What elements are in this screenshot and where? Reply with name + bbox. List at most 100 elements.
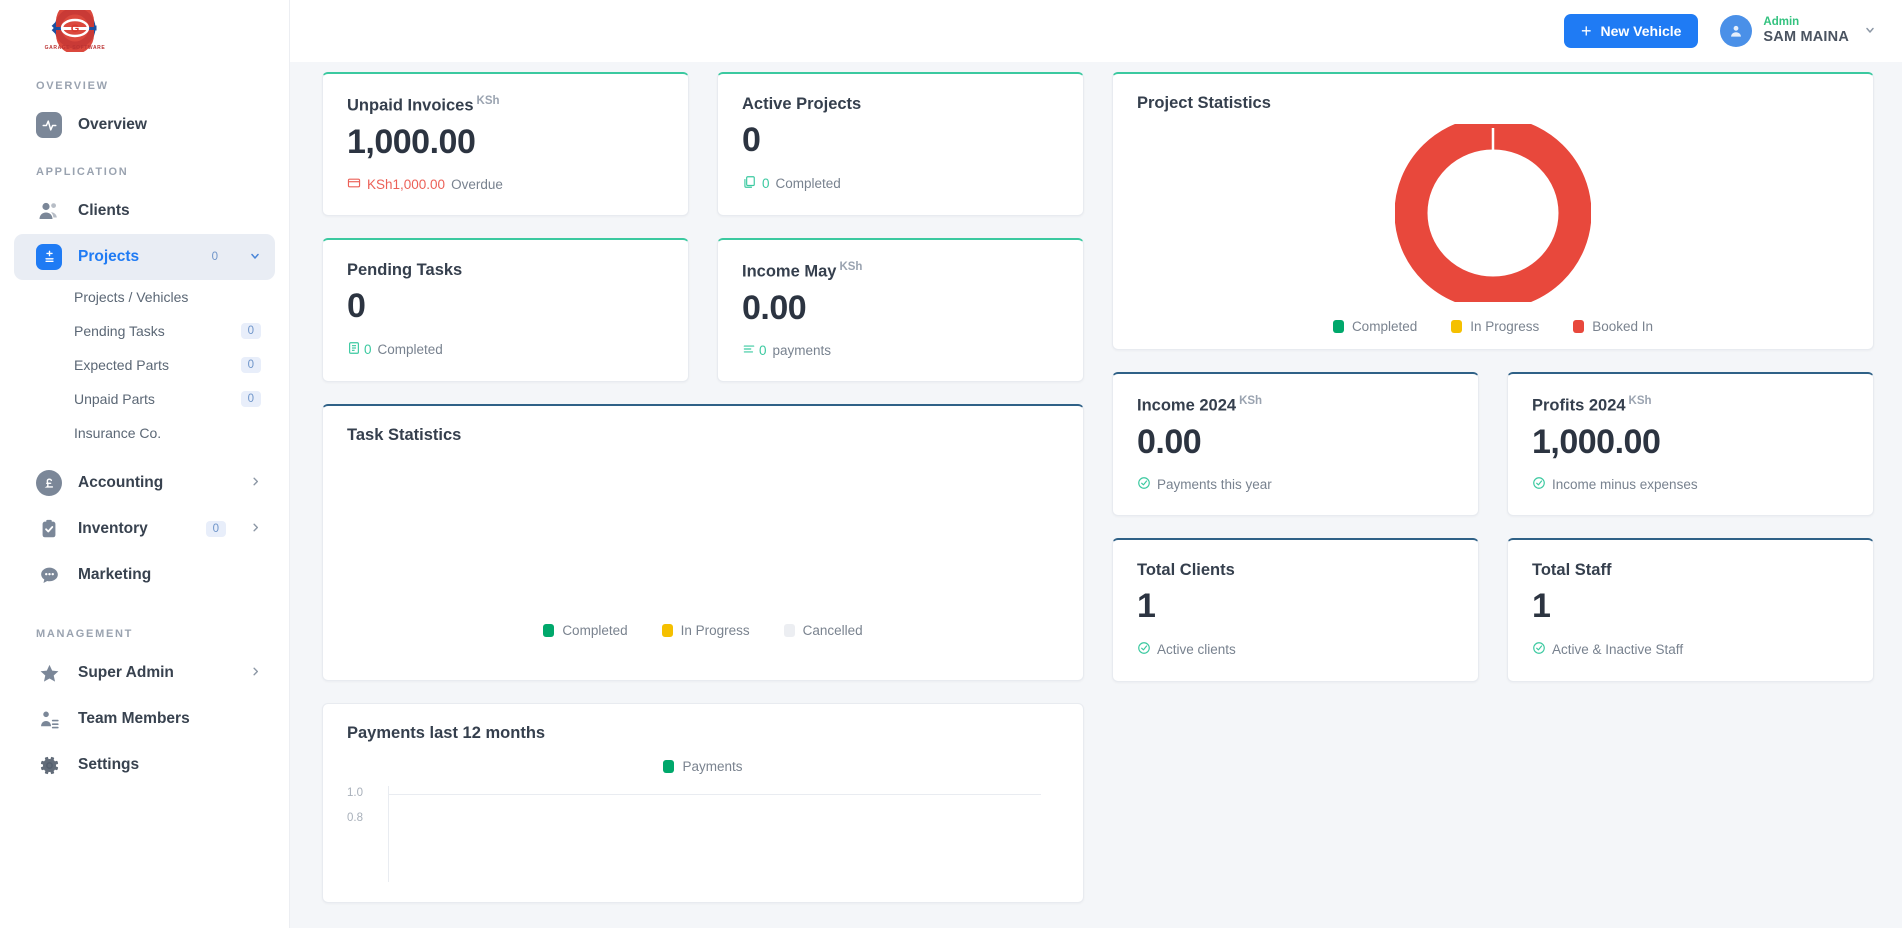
new-vehicle-button[interactable]: + New Vehicle bbox=[1563, 14, 1699, 48]
sidebar-item-clients[interactable]: Clients bbox=[14, 188, 275, 234]
legend-item-in-progress[interactable]: In Progress bbox=[661, 623, 750, 638]
card-title: Profits 2024 KSh bbox=[1532, 395, 1849, 416]
sidebar-item-accounting[interactable]: Accounting bbox=[14, 460, 275, 506]
card-title-text: Income May bbox=[742, 262, 837, 281]
card-value: 1 bbox=[1532, 587, 1551, 625]
star-icon bbox=[36, 660, 62, 686]
right-column: Project Statistics Completed In Progress… bbox=[1112, 72, 1874, 928]
currency-suffix: KSh bbox=[476, 95, 500, 107]
card-title-text: Income 2024 bbox=[1137, 396, 1237, 415]
user-menu[interactable]: Admin SAM MAINA bbox=[1720, 15, 1876, 47]
card-title: Total Staff bbox=[1532, 561, 1849, 580]
activity-icon bbox=[36, 112, 62, 138]
card-profits-2024[interactable]: Profits 2024 KSh 1,000.00 Income minus ex… bbox=[1507, 372, 1874, 516]
sidebar-item-settings[interactable]: Settings bbox=[14, 742, 275, 788]
sidebar-label-overview: Overview bbox=[78, 116, 147, 133]
legend-swatch bbox=[661, 624, 673, 637]
chevron-right-icon[interactable] bbox=[250, 476, 261, 490]
sidebar-label-projects: Projects bbox=[78, 248, 140, 265]
chevron-down-icon[interactable] bbox=[1864, 24, 1876, 39]
card-title-text: Total Staff bbox=[1532, 561, 1612, 579]
sidebar-label-marketing: Marketing bbox=[78, 566, 152, 583]
stat-row-4: Total Clients 1 Active clients Total Sta… bbox=[1112, 538, 1874, 682]
y-axis-line bbox=[388, 786, 389, 882]
card-footer-text: Income minus expenses bbox=[1552, 477, 1698, 493]
sidebar-item-unpaid-parts[interactable]: Unpaid Parts 0 bbox=[14, 382, 275, 416]
legend-item-in-progress[interactable]: In Progress bbox=[1451, 319, 1539, 334]
sidebar-badge-projects: 0 bbox=[211, 251, 218, 263]
legend-item-completed[interactable]: Completed bbox=[1332, 319, 1417, 334]
legend-item-booked-in[interactable]: Booked In bbox=[1573, 319, 1653, 334]
new-vehicle-label: New Vehicle bbox=[1600, 23, 1682, 39]
sidebar-item-team-members[interactable]: Team Members bbox=[14, 696, 275, 742]
card-value: 1,000.00 bbox=[347, 122, 476, 161]
logo-mark: G GARAGE SOFTWARE bbox=[36, 2, 114, 54]
card-footer: 0 payments bbox=[742, 342, 1059, 359]
sidebar-label-pending-tasks: Pending Tasks bbox=[74, 323, 165, 339]
gear-icon bbox=[36, 752, 62, 778]
legend-item-cancelled[interactable]: Cancelled bbox=[783, 623, 863, 638]
card-pending-tasks[interactable]: Pending Tasks 0 0 Completed bbox=[322, 238, 689, 382]
chevron-right-icon[interactable] bbox=[250, 666, 261, 680]
sidebar-item-expected-parts[interactable]: Expected Parts 0 bbox=[14, 348, 275, 382]
section-label-application: APPLICATION bbox=[36, 166, 129, 178]
stat-row-1: Unpaid Invoices KSh 1,000.00 KSh1,000.00 … bbox=[322, 72, 1084, 216]
sidebar-badge-expected-parts: 0 bbox=[240, 357, 261, 373]
sidebar-label-accounting: Accounting bbox=[78, 474, 164, 491]
legend-item-completed[interactable]: Completed bbox=[543, 623, 628, 638]
card-footer-text: Completed bbox=[775, 175, 841, 191]
currency-suffix: KSh bbox=[839, 261, 863, 273]
panel-project-statistics: Project Statistics Completed In Progress… bbox=[1112, 72, 1874, 350]
chevron-right-icon[interactable] bbox=[250, 522, 261, 536]
card-footer: Active & Inactive Staff bbox=[1532, 641, 1849, 658]
plus-icon: + bbox=[1580, 21, 1592, 41]
brand-logo[interactable]: G GARAGE SOFTWARE bbox=[14, 0, 275, 62]
card-footer: Payments this year bbox=[1137, 476, 1454, 493]
card-value: 0 bbox=[742, 121, 761, 159]
svg-text:G: G bbox=[71, 23, 80, 35]
panel-task-statistics: Task Statistics Completed In Progress Ca… bbox=[322, 404, 1084, 681]
sidebar-item-inventory[interactable]: Inventory 0 bbox=[14, 506, 275, 552]
card-active-projects[interactable]: Active Projects 0 0 Completed bbox=[717, 72, 1084, 216]
sidebar-item-pending-tasks[interactable]: Pending Tasks 0 bbox=[14, 314, 275, 348]
card-title: Pending Tasks bbox=[347, 261, 664, 280]
gridline bbox=[389, 794, 1041, 795]
legend-label: Cancelled bbox=[802, 623, 863, 638]
legend-item-payments[interactable]: Payments bbox=[663, 759, 743, 774]
card-unpaid-invoices[interactable]: Unpaid Invoices KSh 1,000.00 KSh1,000.00 … bbox=[322, 72, 689, 216]
card-title: Total Clients bbox=[1137, 561, 1454, 580]
sidebar-item-super-admin[interactable]: Super Admin bbox=[14, 650, 275, 696]
sidebar-label-inventory: Inventory bbox=[78, 520, 148, 537]
card-footer: KSh1,000.00 Overdue bbox=[347, 176, 664, 193]
sidebar-badge-unpaid-parts: 0 bbox=[240, 391, 261, 407]
chat-bubble-icon bbox=[36, 562, 62, 588]
card-footer-text: Active & Inactive Staff bbox=[1552, 641, 1684, 657]
card-income-may[interactable]: Income May KSh 0.00 0 payments bbox=[717, 238, 1084, 382]
card-title-text: Total Clients bbox=[1137, 561, 1235, 579]
sidebar-item-projects-vehicles[interactable]: Projects / Vehicles bbox=[14, 280, 275, 314]
sidebar-item-projects[interactable]: Projects 0 bbox=[14, 234, 275, 280]
card-footer-text: payments bbox=[772, 343, 832, 359]
card-total-staff[interactable]: Total Staff 1 Active & Inactive Staff bbox=[1507, 538, 1874, 682]
team-list-icon bbox=[36, 706, 62, 732]
legend-swatch bbox=[663, 760, 675, 773]
check-circle-icon bbox=[1137, 476, 1151, 493]
sidebar-subnav-projects: Projects / Vehicles Pending Tasks 0 Expe… bbox=[14, 280, 275, 450]
main-area: + New Vehicle Admin SAM MAINA Unpaid Inv… bbox=[290, 0, 1902, 928]
sidebar-item-insurance-co[interactable]: Insurance Co. bbox=[14, 416, 275, 450]
list-icon bbox=[742, 342, 756, 359]
legend-label: Completed bbox=[562, 623, 628, 638]
card-footer-text: Payments this year bbox=[1157, 477, 1272, 493]
chevron-down-icon[interactable] bbox=[249, 250, 261, 265]
donut-chart[interactable] bbox=[1395, 124, 1591, 302]
sidebar-item-overview[interactable]: Overview bbox=[14, 102, 275, 148]
task-statistics-legend: Completed In Progress Cancelled bbox=[543, 623, 863, 638]
legend-label: In Progress bbox=[1470, 319, 1540, 334]
sidebar-item-marketing[interactable]: Marketing bbox=[14, 552, 275, 598]
legend-swatch bbox=[1332, 320, 1344, 333]
card-total-clients[interactable]: Total Clients 1 Active clients bbox=[1112, 538, 1479, 682]
card-value: 0.00 bbox=[742, 288, 807, 327]
card-title-text: Active Projects bbox=[742, 95, 862, 113]
card-income-2024[interactable]: Income 2024 KSh 0.00 Payments this year bbox=[1112, 372, 1479, 516]
users-icon bbox=[36, 198, 62, 224]
